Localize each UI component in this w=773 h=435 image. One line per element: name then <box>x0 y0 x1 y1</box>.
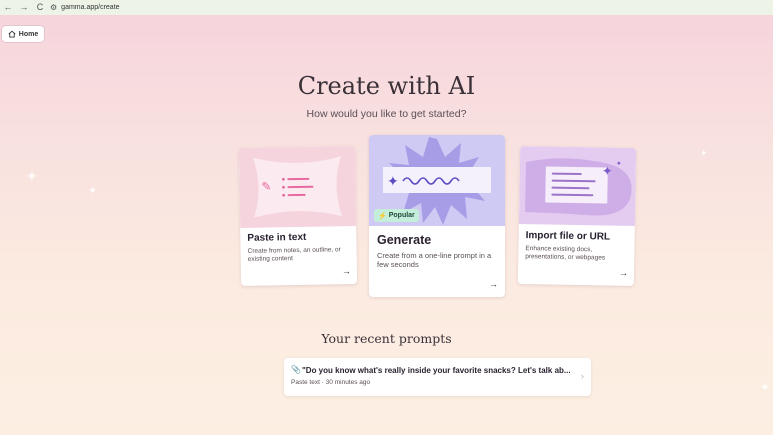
card-title: Import file or URL <box>525 230 611 243</box>
address-bar[interactable]: ⚙ gamma.app/create <box>50 3 120 12</box>
sparkle-icon: ✦ <box>88 185 98 197</box>
card-description: Create from notes, an outline, or existi… <box>247 246 341 264</box>
generate-card[interactable]: ✦ ⚡ Popular Generate Create from a one-l… <box>369 135 505 297</box>
page-title: Create with AI <box>297 72 476 100</box>
home-icon <box>8 30 16 38</box>
browser-toolbar: ← → C ⚙ gamma.app/create <box>0 0 773 15</box>
paperclip-icon: 📎 <box>291 365 301 374</box>
home-button[interactable]: Home <box>2 26 44 42</box>
recent-prompt-meta: Paste text · 30 minutes ago <box>291 379 371 386</box>
forward-button[interactable]: → <box>16 0 32 15</box>
reload-button[interactable]: C <box>32 0 48 15</box>
home-label: Home <box>18 30 39 38</box>
sparkle-icon: ✦ <box>26 168 38 184</box>
chevron-right-icon: › <box>581 371 584 381</box>
svg-text:✎: ✎ <box>261 179 271 193</box>
import-file-card[interactable]: ✦ ✦ Import file or URL Enhance existing … <box>517 145 637 287</box>
popular-badge: ⚡ Popular <box>374 209 419 222</box>
recent-prompts-heading: Your recent prompts <box>321 331 452 346</box>
back-button[interactable]: ← <box>0 0 16 15</box>
card-description: Create from a one-line prompt in a few s… <box>377 251 492 270</box>
card-description: Enhance existing docs, presentations, or… <box>525 245 606 262</box>
svg-text:✦: ✦ <box>602 164 613 179</box>
paste-in-text-card[interactable]: ✎ Paste in text Create from notes, an ou… <box>238 145 358 287</box>
badge-label: Popular <box>388 212 415 219</box>
paste-illustration: ✎ <box>238 145 357 229</box>
site-settings-icon[interactable]: ⚙ <box>50 3 57 12</box>
url-text: gamma.app/create <box>61 4 120 11</box>
lightning-icon: ⚡ <box>378 212 387 220</box>
arrow-right-icon: → <box>489 279 498 289</box>
sparkle-icon: ✦ <box>700 148 708 158</box>
page-subtitle: How would you like to get started? <box>306 108 467 120</box>
card-title: Generate <box>377 233 432 247</box>
svg-text:✦: ✦ <box>387 174 399 190</box>
svg-text:✦: ✦ <box>616 160 622 168</box>
card-title: Paste in text <box>247 231 307 244</box>
recent-prompt-item[interactable]: 📎 "Do you know what's really inside your… <box>284 358 591 396</box>
arrow-right-icon: → <box>618 267 629 278</box>
arrow-right-icon: → <box>341 266 352 277</box>
sparkle-icon: ✦ <box>760 380 771 394</box>
recent-prompt-text: "Do you know what's really inside your f… <box>302 366 571 375</box>
import-illustration: ✦ ✦ <box>518 145 637 227</box>
